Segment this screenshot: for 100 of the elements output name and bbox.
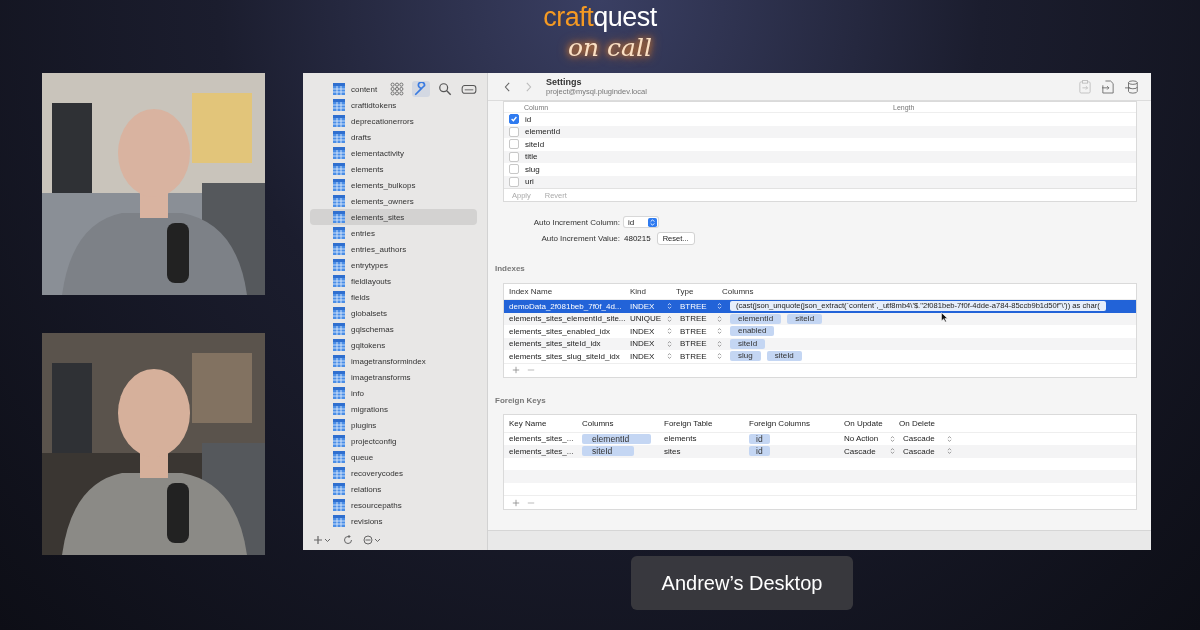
- table-list-item[interactable]: resourcepaths: [310, 497, 406, 513]
- add-icon[interactable]: [512, 498, 520, 507]
- table-icon: [333, 243, 345, 255]
- foreign-table: elements: [660, 434, 745, 444]
- column-header: Foreign Table: [663, 418, 714, 428]
- kind-select[interactable]: INDEX: [626, 326, 676, 336]
- section-title: Indexes: [495, 264, 526, 275]
- checkbox[interactable]: [509, 164, 519, 175]
- table-icon: [333, 355, 345, 367]
- screen-share-label: Andrew’s Desktop: [631, 556, 853, 610]
- table-icon: [333, 163, 345, 175]
- table-list-item[interactable]: fieldlayouts: [310, 273, 396, 289]
- search-icon[interactable]: [436, 81, 454, 97]
- type-select[interactable]: BTREE: [676, 314, 726, 324]
- kind-select[interactable]: INDEX: [626, 301, 676, 311]
- stepper-icon[interactable]: [648, 217, 657, 227]
- on-update-select[interactable]: No Action: [840, 434, 899, 444]
- table-icon: [333, 467, 345, 479]
- table-list-item[interactable]: entries_authors: [310, 241, 411, 257]
- table-list-item[interactable]: gqlschemas: [310, 321, 398, 337]
- grid-icon[interactable]: [388, 81, 406, 97]
- on-delete-select[interactable]: Cascade: [899, 446, 956, 456]
- table-list-item[interactable]: projectconfig: [310, 433, 401, 449]
- checkbox[interactable]: [509, 139, 519, 150]
- table-list-item[interactable]: entrytypes: [310, 257, 392, 273]
- table-icon: [333, 419, 345, 431]
- window-title: Settings: [546, 76, 583, 87]
- checkbox[interactable]: [509, 176, 519, 187]
- stepper-icon: [717, 302, 722, 311]
- table-icon: [333, 339, 345, 351]
- checkbox[interactable]: [509, 114, 519, 125]
- table-list-item[interactable]: info: [310, 385, 368, 401]
- type-select[interactable]: BTREE: [676, 339, 726, 349]
- table-list-item[interactable]: entries: [310, 225, 379, 241]
- column-header: Key Name: [508, 418, 548, 428]
- table-list-item[interactable]: elements_owners: [310, 193, 418, 209]
- type-select[interactable]: BTREE: [676, 351, 726, 361]
- table-list-item[interactable]: imagetransformindex: [310, 353, 430, 369]
- logo-tagline: on call: [568, 32, 652, 64]
- table-list-item[interactable]: migrations: [310, 401, 392, 417]
- column-chip: id: [749, 446, 770, 457]
- table-list-item[interactable]: globalsets: [310, 305, 392, 321]
- column-header: Columns: [581, 418, 615, 428]
- table-icon: [333, 227, 345, 239]
- index-name: elements_sites_slug_siteId_idx: [508, 351, 621, 361]
- kind-select[interactable]: INDEX: [626, 339, 676, 349]
- stepper-icon: [667, 339, 672, 348]
- table-list-item[interactable]: imagetransforms: [310, 369, 415, 385]
- forward-icon[interactable]: [525, 81, 532, 92]
- table-list-item[interactable]: elements_sites: [310, 209, 477, 225]
- remove-icon[interactable]: [363, 535, 383, 545]
- table-list-item[interactable]: queue: [310, 449, 378, 465]
- kind-select[interactable]: UNIQUE: [626, 314, 676, 324]
- column-name: uri: [525, 177, 534, 187]
- table-list-item[interactable]: drafts: [310, 129, 375, 145]
- stepper-icon: [717, 339, 722, 348]
- column-chip: enabled: [730, 326, 775, 337]
- column-header: Foreign Columns: [748, 418, 811, 428]
- table-list-item[interactable]: elements: [310, 161, 388, 177]
- increment-value: 480215: [624, 233, 651, 243]
- table-list-item[interactable]: deprecationerrors: [310, 113, 418, 129]
- add-icon[interactable]: [512, 366, 520, 374]
- clipboard-icon[interactable]: [1079, 79, 1091, 94]
- index-row[interactable]: elements_sites_siteId_idx INDEX BTREE siteId: [504, 337, 1136, 350]
- refresh-icon[interactable]: [343, 535, 353, 545]
- import-icon[interactable]: [1102, 79, 1114, 94]
- on-delete-select[interactable]: Cascade: [899, 434, 956, 444]
- table-list-item[interactable]: craftidtokens: [310, 97, 401, 113]
- type-select[interactable]: BTREE: [676, 301, 726, 311]
- table-list-item[interactable]: plugins: [310, 417, 381, 433]
- index-row[interactable]: elements_sites_slug_siteId_idx INDEX BTREE slug siteId: [504, 350, 1136, 363]
- column-name: title: [525, 152, 538, 162]
- table-list-item[interactable]: content: [310, 81, 382, 97]
- stepper-icon: [890, 447, 895, 456]
- stepper-icon: [947, 447, 952, 456]
- table-list-item[interactable]: revisions: [310, 513, 387, 529]
- table-list-item[interactable]: recoverycodes: [310, 465, 408, 481]
- column-header: Kind: [629, 287, 647, 296]
- back-icon[interactable]: [504, 81, 511, 92]
- kind-select[interactable]: INDEX: [626, 351, 676, 361]
- stepper-icon: [890, 434, 895, 443]
- on-update-select[interactable]: Cascade: [840, 446, 899, 456]
- table-list-item[interactable]: elements_bulkops: [310, 177, 420, 193]
- index-row[interactable]: elements_sites_enabled_idx INDEX BTREE enabled: [504, 325, 1136, 338]
- database-icon[interactable]: [1125, 79, 1139, 94]
- table-icon: [333, 515, 345, 527]
- table-list-item[interactable]: relations: [310, 481, 386, 497]
- table-list-item[interactable]: fields: [310, 289, 374, 305]
- table-list-item[interactable]: gqltokens: [310, 337, 390, 353]
- checkbox[interactable]: [509, 126, 519, 137]
- column-chip: elementId: [582, 433, 652, 444]
- table-list-item[interactable]: elementactivity: [310, 145, 408, 161]
- checkbox[interactable]: [509, 151, 519, 162]
- column-chip: elementId: [730, 313, 782, 324]
- wrench-icon[interactable]: [412, 81, 430, 97]
- logo-wordmark: craftquest: [543, 2, 657, 32]
- column-select[interactable]: id: [624, 217, 658, 227]
- add-icon[interactable]: [313, 535, 333, 545]
- index-name: elements_sites_siteId_idx: [508, 339, 602, 349]
- type-select[interactable]: BTREE: [676, 326, 726, 336]
